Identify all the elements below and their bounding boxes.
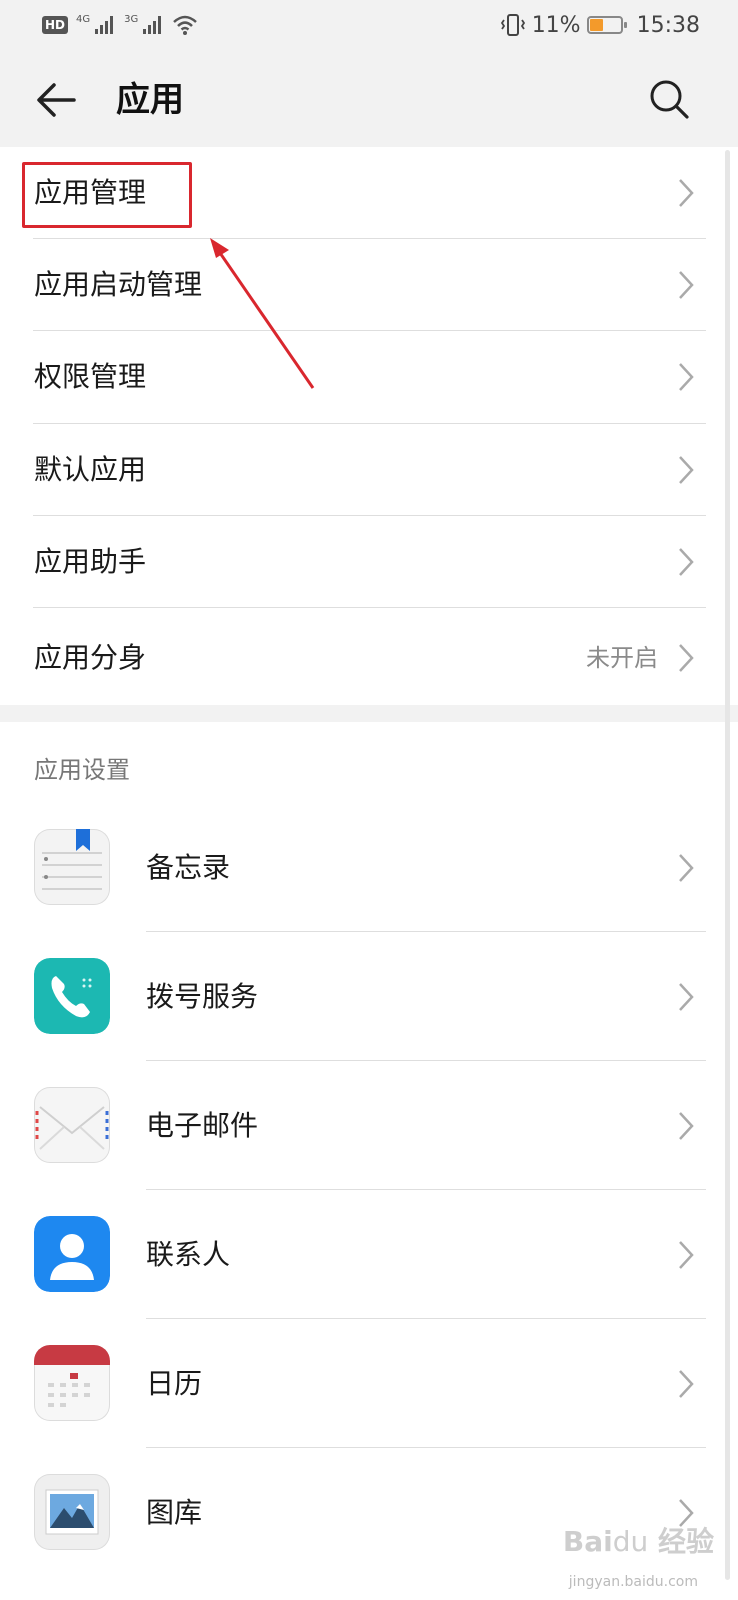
menu-item-permission-management[interactable]: 权限管理 xyxy=(0,331,706,424)
chevron-right-icon xyxy=(679,456,694,484)
page-title: 应用 xyxy=(116,80,184,120)
status-bar: HD 4G 3G 11% 15:38 xyxy=(0,0,738,50)
menu-item-label: 应用助手 xyxy=(34,545,147,578)
app-item-contacts[interactable]: 联系人 xyxy=(0,1190,706,1319)
app-item-calendar[interactable]: 日历 xyxy=(0,1319,706,1448)
chevron-right-icon xyxy=(679,644,694,672)
baidu-watermark: Baidu 经验 xyxy=(562,1525,714,1558)
chevron-right-icon xyxy=(679,271,694,299)
calendar-icon xyxy=(34,1345,110,1421)
highlight-box xyxy=(22,162,192,228)
scrollbar[interactable] xyxy=(725,150,730,1580)
app-item-label: 图库 xyxy=(146,1496,203,1529)
status-right: 11% 15:38 xyxy=(500,10,700,40)
signal-icon xyxy=(143,16,162,34)
chevron-right-icon xyxy=(679,854,694,882)
status-left: HD 4G 3G xyxy=(42,12,198,38)
clock: 15:38 xyxy=(636,12,700,38)
app-item-label: 电子邮件 xyxy=(146,1109,259,1142)
chevron-right-icon xyxy=(679,1241,694,1269)
menu-item-label: 权限管理 xyxy=(34,360,147,393)
battery-percent: 11% xyxy=(531,12,581,38)
app-twin-status: 未开启 xyxy=(586,644,658,672)
menu-item-app-assistant[interactable]: 应用助手 xyxy=(0,516,706,608)
notepad-icon xyxy=(34,829,110,905)
menu-item-app-launch-management[interactable]: 应用启动管理 xyxy=(0,239,706,331)
wifi-icon xyxy=(173,15,198,35)
network-label-2: 3G xyxy=(124,13,139,25)
app-item-email[interactable]: 电子邮件 xyxy=(0,1061,706,1190)
app-menu-card: 应用管理 应用启动管理 权限管理 默认应用 应用助手 应用分身 未开启 xyxy=(0,147,738,705)
menu-item-label: 应用分身 xyxy=(34,641,147,674)
app-item-dialer[interactable]: 拨号服务 xyxy=(0,932,706,1061)
menu-item-label: 默认应用 xyxy=(34,453,147,486)
chevron-right-icon xyxy=(679,363,694,391)
app-item-label: 备忘录 xyxy=(146,851,231,884)
app-item-notes[interactable]: 备忘录 xyxy=(0,803,706,932)
chevron-right-icon xyxy=(679,179,694,207)
gallery-icon xyxy=(34,1474,110,1550)
title-bar: 应用 xyxy=(0,50,738,146)
contacts-icon xyxy=(34,1216,110,1292)
signal-icon xyxy=(95,16,114,34)
network-label-1: 4G xyxy=(76,13,91,25)
chevron-right-icon xyxy=(679,548,694,576)
search-icon[interactable] xyxy=(648,78,690,120)
battery-icon xyxy=(586,16,627,34)
email-icon xyxy=(34,1087,110,1163)
app-item-label: 联系人 xyxy=(146,1238,231,1271)
chevron-right-icon xyxy=(679,1370,694,1398)
arrow-left-icon[interactable] xyxy=(34,78,78,122)
app-item-label: 日历 xyxy=(146,1367,203,1400)
menu-item-label: 应用启动管理 xyxy=(34,268,203,301)
chevron-right-icon xyxy=(679,1112,694,1140)
vibrate-icon xyxy=(500,14,525,36)
app-item-label: 拨号服务 xyxy=(146,980,259,1013)
menu-item-app-twin[interactable]: 应用分身 未开启 xyxy=(0,608,706,705)
app-settings-card: 应用设置 备忘录 拨号服务 电子邮件 联系人 日历 图库 xyxy=(0,722,738,1600)
baidu-watermark-url: jingyan.baidu.com xyxy=(568,1574,698,1590)
phone-icon xyxy=(34,958,110,1034)
hd-badge: HD xyxy=(42,16,69,34)
menu-item-default-apps[interactable]: 默认应用 xyxy=(0,424,706,516)
section-header-app-settings: 应用设置 xyxy=(34,756,130,784)
battery-fill xyxy=(589,19,603,31)
chevron-right-icon xyxy=(679,983,694,1011)
